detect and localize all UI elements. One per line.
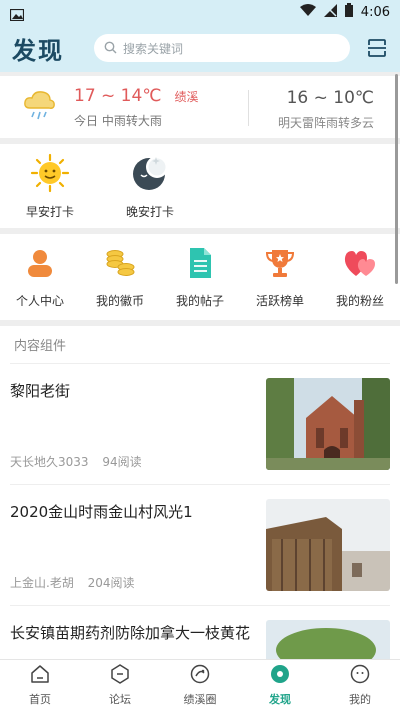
- tab-label: 首页: [29, 693, 51, 706]
- battery-icon: [344, 3, 353, 21]
- post-views: 204阅读: [87, 576, 135, 590]
- shortcut-label: 活跃榜单: [255, 293, 304, 308]
- document-icon: [183, 246, 217, 284]
- tab-discover[interactable]: 发现: [240, 660, 320, 711]
- post-thumbnail: [266, 378, 390, 470]
- post-thumbnail: [266, 499, 390, 591]
- shortcut-grid: 个人中心 我的徽币 我的帖子 活跃榜单 我的粉丝: [0, 234, 400, 320]
- shortcut-my-coins[interactable]: 我的徽币: [80, 246, 160, 309]
- shortcut-personal-center[interactable]: 个人中心: [0, 246, 80, 309]
- night-checkin-button[interactable]: 晚安打卡: [100, 144, 200, 228]
- post-title: 黎阳老街: [10, 382, 71, 400]
- tomorrow-description: 明天雷阵雨转多云: [277, 116, 374, 130]
- post-item[interactable]: 黎阳老街 天长地久3033 94阅读: [10, 364, 390, 485]
- today-weather: 17 ~ 14℃ 绩溪 今日 中雨转大雨: [74, 86, 234, 129]
- city-name: 绩溪: [174, 89, 199, 104]
- tomorrow-weather: 16 ~ 10℃ 明天雷阵雨转多云: [278, 88, 374, 131]
- rain-cloud-icon: [22, 88, 62, 126]
- shortcut-label: 我的帖子: [175, 293, 224, 308]
- tab-mine[interactable]: 我的: [320, 660, 400, 711]
- discover-icon: [270, 664, 290, 688]
- trophy-icon: [263, 246, 297, 284]
- shortcut-my-posts[interactable]: 我的帖子: [160, 246, 240, 309]
- tab-forum[interactable]: 论坛: [80, 660, 160, 711]
- weather-divider: [248, 90, 249, 126]
- scan-button[interactable]: [366, 37, 388, 59]
- post-author: 天长地久3033: [10, 455, 89, 469]
- post-meta: 上金山.老胡 204阅读: [10, 574, 135, 591]
- tab-label: 论坛: [109, 693, 131, 706]
- section-title: 内容组件: [10, 326, 390, 364]
- shortcut-label: 个人中心: [15, 293, 64, 308]
- checkin-card: 早安打卡 晚安打卡: [0, 144, 400, 228]
- scan-icon: [368, 39, 386, 57]
- person-icon: [23, 246, 57, 284]
- hearts-icon: [342, 246, 378, 284]
- post-views: 94阅读: [102, 455, 142, 469]
- status-bar: 4:06: [0, 0, 400, 24]
- shortcut-active-ranking[interactable]: 活跃榜单: [240, 246, 320, 309]
- home-icon: [30, 664, 50, 688]
- page-title: 发现: [12, 35, 64, 65]
- morning-checkin-label: 早安打卡: [25, 204, 74, 219]
- tab-label: 绩溪圈: [183, 693, 217, 706]
- night-checkin-label: 晚安打卡: [125, 204, 174, 219]
- today-description: 今日 中雨转大雨: [74, 113, 162, 128]
- shortcut-label: 我的粉丝: [335, 293, 384, 308]
- wifi-icon: [299, 4, 316, 20]
- post-title: 长安镇苗期药剂防除加拿大一枝黄花: [10, 624, 251, 642]
- bottom-tab-bar: 首页 论坛 绩溪圈 发现 我的: [0, 659, 400, 711]
- profile-face-icon: [350, 664, 370, 688]
- morning-checkin-button[interactable]: 早安打卡: [0, 144, 100, 228]
- circle-community-icon: [190, 664, 210, 688]
- weather-card[interactable]: 17 ~ 14℃ 绩溪 今日 中雨转大雨 16 ~ 10℃ 明天雷阵雨转多云: [0, 76, 400, 138]
- search-icon: [104, 39, 117, 58]
- tab-label: 发现: [269, 693, 291, 706]
- post-item[interactable]: 2020金山时雨金山村风光1 上金山.老胡 204阅读: [10, 485, 390, 606]
- forum-icon: [110, 664, 130, 688]
- scrollbar[interactable]: [395, 74, 398, 284]
- tab-home[interactable]: 首页: [0, 660, 80, 711]
- header: 发现 搜索关键词: [0, 24, 400, 72]
- search-input[interactable]: 搜索关键词: [94, 34, 350, 62]
- today-temperature: 17 ~ 14℃: [74, 85, 162, 106]
- post-meta: 天长地久3033 94阅读: [10, 453, 142, 470]
- coins-icon: [103, 246, 137, 284]
- image-notification-icon: [9, 6, 25, 22]
- search-placeholder: 搜索关键词: [123, 41, 184, 56]
- post-author: 上金山.老胡: [10, 576, 74, 590]
- tab-label: 我的: [349, 693, 371, 706]
- content-feed: 内容组件 黎阳老街 天长地久3033 94阅读 2020金山时雨金山村风光1 上…: [0, 326, 400, 711]
- shortcut-my-fans[interactable]: 我的粉丝: [320, 246, 400, 309]
- tab-circle[interactable]: 绩溪圈: [160, 660, 240, 711]
- clock: 4:06: [360, 4, 390, 20]
- shortcut-label: 我的徽币: [95, 293, 144, 308]
- post-title: 2020金山时雨金山村风光1: [10, 503, 193, 521]
- tomorrow-temperature: 16 ~ 10℃: [286, 88, 374, 108]
- no-signal-icon: [323, 3, 337, 21]
- moon-icon: [130, 153, 170, 197]
- sun-icon: [30, 153, 70, 197]
